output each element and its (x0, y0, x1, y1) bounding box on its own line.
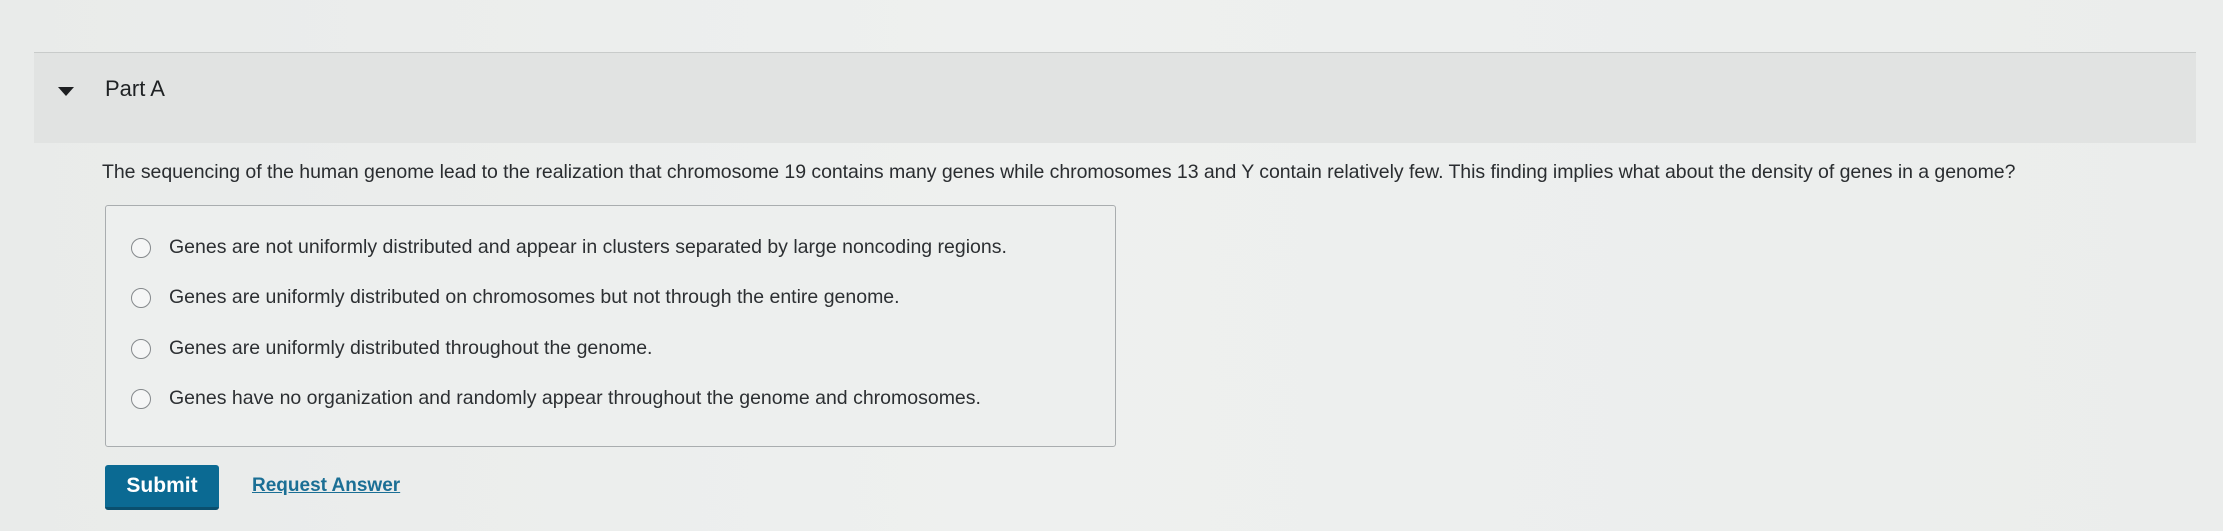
caret-down-icon[interactable] (58, 87, 74, 96)
answer-options: Genes are not uniformly distributed and … (105, 205, 1116, 447)
option-3[interactable]: Genes are uniformly distributed througho… (131, 337, 652, 360)
option-1[interactable]: Genes are not uniformly distributed and … (131, 236, 1007, 259)
option-2[interactable]: Genes are uniformly distributed on chrom… (131, 286, 900, 309)
option-label: Genes are uniformly distributed on chrom… (169, 286, 900, 308)
radio-button[interactable] (131, 388, 151, 409)
radio-button[interactable] (131, 237, 151, 258)
submit-button[interactable]: Submit (105, 465, 219, 510)
option-label: Genes are uniformly distributed througho… (169, 337, 653, 359)
radio-button[interactable] (131, 338, 151, 359)
question-text: The sequencing of the human genome lead … (102, 161, 2016, 183)
part-title: Part A (105, 76, 165, 101)
part-header[interactable]: Part A (34, 53, 2196, 143)
request-answer-link[interactable]: Request Answer (252, 475, 400, 497)
option-label: Genes have no organization and randomly … (169, 387, 981, 409)
option-4[interactable]: Genes have no organization and randomly … (131, 387, 981, 410)
option-label: Genes are not uniformly distributed and … (169, 236, 1007, 258)
radio-button[interactable] (131, 287, 151, 308)
